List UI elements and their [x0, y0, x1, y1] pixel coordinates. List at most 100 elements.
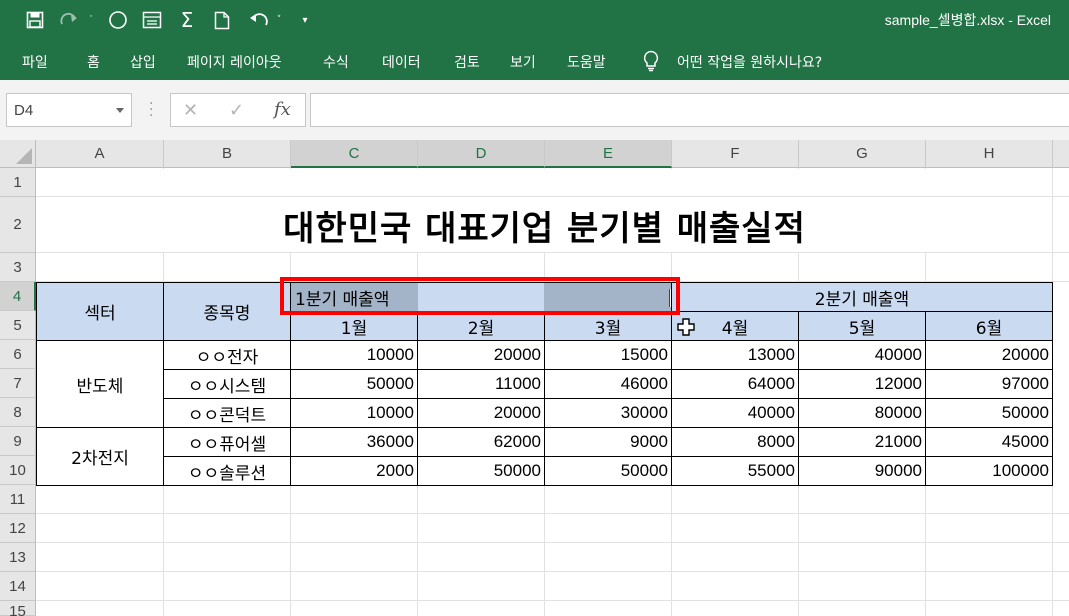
row-header-2[interactable]: 2 — [0, 197, 36, 253]
cell-month-6[interactable]: 6월 — [925, 311, 1053, 341]
cell-month-1[interactable]: 1월 — [290, 311, 418, 341]
row-header-8[interactable]: 8 — [0, 398, 36, 427]
cell-month-3[interactable]: 3월 — [544, 311, 672, 341]
column-header-b[interactable]: B — [164, 140, 291, 168]
row-header-6[interactable]: 6 — [0, 340, 36, 369]
cell-value[interactable]: 8000 — [671, 427, 799, 457]
cell-value[interactable]: 30000 — [544, 398, 672, 428]
cell-stock-name[interactable]: ㅇㅇ솔루션 — [163, 456, 291, 486]
cell-value[interactable]: 100000 — [925, 456, 1053, 486]
row-header-13[interactable]: 13 — [0, 543, 36, 572]
cell-value[interactable]: 45000 — [925, 427, 1053, 457]
cell-value[interactable]: 50000 — [544, 456, 672, 486]
insert-function-icon[interactable]: fx — [274, 99, 291, 120]
tab-data[interactable]: 데이터 — [382, 52, 421, 72]
tab-help[interactable]: 도움말 — [567, 52, 606, 72]
name-box[interactable]: D4 — [6, 93, 132, 127]
cell-value[interactable]: 9000 — [544, 427, 672, 457]
cancel-icon[interactable]: ✕ — [183, 100, 198, 121]
tab-review[interactable]: 검토 — [454, 52, 480, 72]
circle-icon[interactable] — [107, 8, 129, 32]
save-icon[interactable] — [24, 8, 46, 32]
cell-month-2[interactable]: 2월 — [417, 311, 545, 341]
tab-file[interactable]: 파일 — [22, 52, 48, 72]
cell-value[interactable]: 20000 — [925, 340, 1053, 370]
cell-value[interactable]: 40000 — [798, 340, 926, 370]
undo-dropdown-icon[interactable]: ˅ — [274, 8, 284, 32]
sheet-title[interactable]: 대한민국 대표기업 분기별 매출실적 — [37, 197, 1052, 253]
cell-value[interactable]: 64000 — [671, 369, 799, 399]
cell-value[interactable]: 20000 — [417, 398, 545, 428]
column-header-e[interactable]: E — [545, 140, 672, 168]
undo-icon[interactable] — [246, 8, 270, 32]
column-header-d[interactable]: D — [418, 140, 545, 168]
cell-value[interactable]: 10000 — [290, 398, 418, 428]
tell-me-search[interactable]: 어떤 작업을 원하시나요? — [677, 52, 822, 72]
tab-view[interactable]: 보기 — [510, 52, 536, 72]
cell-sector-header[interactable]: 섹터 — [36, 282, 164, 341]
row-header-9[interactable]: 9 — [0, 427, 36, 456]
redo-dropdown-icon[interactable]: ˅ — [86, 8, 96, 32]
column-header-c[interactable]: C — [291, 140, 418, 168]
cell-value[interactable]: 20000 — [417, 340, 545, 370]
cell-value[interactable]: 36000 — [290, 427, 418, 457]
cell-value[interactable]: 21000 — [798, 427, 926, 457]
cell-value[interactable]: 10000 — [290, 340, 418, 370]
drag-handle-icon[interactable]: · · · — [149, 97, 153, 123]
row-header-11[interactable]: 11 — [0, 485, 36, 514]
row-header-1[interactable]: 1 — [0, 168, 36, 197]
cell-stock-header[interactable]: 종목명 — [163, 282, 291, 341]
cell-value[interactable]: 97000 — [925, 369, 1053, 399]
cell-value[interactable]: 12000 — [798, 369, 926, 399]
row-header-15[interactable]: 15 — [0, 601, 36, 616]
row-header-4[interactable]: 4 — [0, 282, 36, 311]
row-header-5[interactable]: 5 — [0, 311, 36, 340]
column-header-f[interactable]: F — [672, 140, 799, 168]
cell-stock-name[interactable]: ㅇㅇ퓨어셀 — [163, 427, 291, 457]
row-header-10[interactable]: 10 — [0, 456, 36, 485]
cell-stock-name[interactable]: ㅇㅇ전자 — [163, 340, 291, 370]
column-header-a[interactable]: A — [36, 140, 164, 168]
cell-value[interactable]: 13000 — [671, 340, 799, 370]
cell-value[interactable]: 15000 — [544, 340, 672, 370]
autosum-icon[interactable]: Σ — [176, 8, 198, 32]
new-file-icon[interactable] — [211, 8, 233, 32]
cell-sector-semiconductor[interactable]: 반도체 — [36, 340, 164, 428]
tab-page-layout[interactable]: 페이지 레이아웃 — [187, 52, 282, 72]
cell-value[interactable]: 11000 — [417, 369, 545, 399]
form-icon[interactable] — [141, 8, 163, 32]
cell-q2-header[interactable]: 2분기 매출액 — [671, 282, 1053, 312]
row-header-3[interactable]: 3 — [0, 253, 36, 282]
redo-icon[interactable] — [58, 8, 82, 32]
cell-value[interactable]: 40000 — [671, 398, 799, 428]
cell-month-5[interactable]: 5월 — [798, 311, 926, 341]
tab-insert[interactable]: 삽입 — [130, 52, 156, 72]
cell-value[interactable]: 90000 — [798, 456, 926, 486]
customize-toolbar-icon[interactable]: ▾ — [298, 8, 312, 32]
enter-icon[interactable]: ✓ — [229, 100, 244, 121]
chevron-down-icon[interactable] — [116, 108, 124, 113]
cell-value[interactable]: 62000 — [417, 427, 545, 457]
row-header-7[interactable]: 7 — [0, 369, 36, 398]
cell-value[interactable]: 50000 — [925, 398, 1053, 428]
cell-value[interactable]: 50000 — [290, 369, 418, 399]
cell-value[interactable]: 46000 — [544, 369, 672, 399]
cell-value[interactable]: 55000 — [671, 456, 799, 486]
cell-value[interactable]: 50000 — [417, 456, 545, 486]
select-all-button[interactable] — [0, 140, 36, 168]
column-header-g[interactable]: G — [799, 140, 926, 168]
row-header-12[interactable]: 12 — [0, 514, 36, 543]
cell-stock-name[interactable]: ㅇㅇ시스템 — [163, 369, 291, 399]
worksheet-grid[interactable]: A B C D E F G H 1 2 3 4 5 6 7 8 9 10 11 … — [0, 140, 1069, 616]
tab-home[interactable]: 홈 — [87, 52, 100, 72]
column-header-i[interactable] — [1053, 140, 1069, 168]
cell-sector-battery[interactable]: 2차전지 — [36, 427, 164, 486]
cell-stock-name[interactable]: ㅇㅇ콘덕트 — [163, 398, 291, 428]
column-header-h[interactable]: H — [926, 140, 1053, 168]
cell-value[interactable]: 2000 — [290, 456, 418, 486]
row-header-14[interactable]: 14 — [0, 572, 36, 601]
cell-value[interactable]: 80000 — [798, 398, 926, 428]
name-box-value: D4 — [14, 102, 34, 119]
formula-input[interactable] — [310, 93, 1069, 127]
tab-formulas[interactable]: 수식 — [323, 52, 349, 72]
